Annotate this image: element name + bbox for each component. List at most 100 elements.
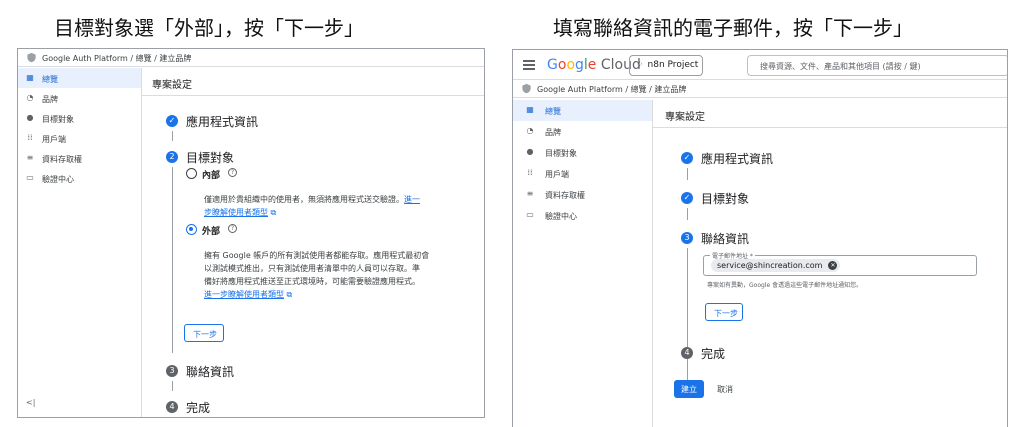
- breadcrumb: Google Auth Platform / 總覽 / 建立品牌: [18, 49, 484, 67]
- sidebar-item-clients[interactable]: ⁞⁞ 用戶端: [18, 128, 141, 148]
- email-chip-text: service@shincreation.com: [717, 261, 823, 270]
- overview-icon: ▦: [526, 105, 534, 114]
- palette-icon: ◔: [526, 126, 534, 135]
- sidebar-item-verification[interactable]: ▭ 驗證中心: [18, 168, 141, 188]
- shield-icon: [522, 83, 531, 94]
- external-description: 擁有 Google 帳戶的所有測試使用者都能存取。應用程式最初會 以測試模式推出…: [204, 251, 430, 299]
- step-connector: [172, 167, 173, 353]
- step-label: 目標對象: [701, 192, 750, 206]
- step-number: 3: [681, 232, 693, 244]
- step-label: 目標對象: [186, 151, 235, 165]
- data-access-icon: ≡: [26, 153, 34, 162]
- create-button[interactable]: 建立: [674, 380, 704, 398]
- collapse-sidebar-button[interactable]: <|: [26, 398, 35, 407]
- verification-icon: ▭: [26, 173, 34, 182]
- external-link-icon: ⧉: [268, 208, 277, 217]
- step-connector: [687, 208, 688, 220]
- next-button[interactable]: 下一步: [184, 324, 224, 342]
- radio-button[interactable]: [186, 168, 197, 179]
- step-number: 3: [166, 365, 178, 377]
- email-chip[interactable]: service@shincreation.com ✕: [711, 259, 841, 272]
- main-panel: 專案設定 ✓ 應用程式資訊 ✓ 目標對象 3 聯絡資訊 電子郵件地址 * ser…: [653, 100, 1007, 427]
- page-title: 專案設定: [142, 68, 484, 96]
- sidebar-item-overview[interactable]: ▦ 總覽: [18, 68, 141, 88]
- sidebar-item-label: 總覽: [42, 75, 58, 84]
- person-icon: ●: [526, 147, 534, 156]
- sidebar-item-label: 資料存取權: [545, 191, 585, 200]
- step-label: 應用程式資訊: [701, 152, 774, 166]
- grid-icon: ⁞⁞: [527, 168, 533, 177]
- radio-label: 內部: [202, 171, 221, 181]
- radio-button[interactable]: [186, 224, 197, 235]
- breadcrumb: Google Auth Platform / 總覽 / 建立品牌: [513, 80, 1007, 98]
- sidebar-item-brand[interactable]: ◔ 品牌: [513, 121, 652, 142]
- sidebar-item-label: 品牌: [42, 95, 58, 104]
- sidebar-item-overview[interactable]: ▦ 總覽: [513, 100, 652, 121]
- learn-more-link[interactable]: 進一步瞭解使用者類型: [204, 290, 284, 299]
- menu-icon[interactable]: [523, 60, 535, 70]
- sidebar: ▦ 總覽 ◔ 品牌 ● 目標對象 ⁞⁞ 用戶端 ≡ 資料存取權 ▭ 驗證中心: [513, 100, 653, 427]
- google-cloud-logo[interactable]: Google Cloud: [547, 57, 641, 73]
- check-icon: ✓: [166, 115, 178, 127]
- right-screenshot: Google Cloud ⁘ n8n Project 搜尋資源、文件、產品和其他項…: [512, 49, 1008, 427]
- sidebar-item-label: 用戶端: [545, 170, 569, 179]
- step-number: 4: [681, 347, 693, 359]
- top-bar: Google Cloud ⁘ n8n Project 搜尋資源、文件、產品和其他項…: [513, 50, 1007, 80]
- sidebar-item-label: 資料存取權: [42, 155, 82, 164]
- sidebar-item-label: 驗證中心: [42, 175, 74, 184]
- sidebar-item-data-access[interactable]: ≡ 資料存取權: [18, 148, 141, 168]
- breadcrumb-text[interactable]: Google Auth Platform / 總覽 / 建立品牌: [42, 54, 191, 63]
- help-icon[interactable]: ?: [228, 224, 237, 233]
- learn-more-link[interactable]: 進一: [404, 195, 420, 204]
- step-connector: [687, 248, 688, 384]
- sidebar-item-label: 驗證中心: [545, 212, 577, 221]
- project-icon: ⁘: [636, 60, 644, 70]
- step-number: 4: [166, 401, 178, 413]
- sidebar-item-label: 總覽: [545, 107, 561, 116]
- step-label: 完成: [186, 401, 211, 415]
- sidebar-item-label: 目標對象: [42, 115, 74, 124]
- next-button[interactable]: 下一步: [705, 303, 743, 321]
- right-caption: 填寫聯絡資訊的電子郵件，按「下一步」: [553, 16, 913, 40]
- shield-icon: [27, 52, 36, 63]
- radio-label: 外部: [202, 227, 221, 237]
- person-icon: ●: [26, 113, 34, 122]
- grid-icon: ⁞⁞: [27, 133, 33, 142]
- search-input[interactable]: 搜尋資源、文件、產品和其他項目 (請按 / 鍵): [747, 55, 1007, 76]
- sidebar-item-label: 用戶端: [42, 135, 66, 144]
- data-access-icon: ≡: [526, 189, 534, 198]
- sidebar: ▦ 總覽 ◔ 品牌 ● 目標對象 ⁞⁞ 用戶端 ≡ 資料存取權 ▭ 驗證中心 <|: [18, 68, 142, 417]
- step-number: 2: [166, 151, 178, 163]
- remove-chip-icon[interactable]: ✕: [828, 261, 838, 270]
- help-icon[interactable]: ?: [228, 168, 237, 177]
- sidebar-item-audience[interactable]: ● 目標對象: [513, 142, 652, 163]
- sidebar-item-data-access[interactable]: ≡ 資料存取權: [513, 184, 652, 205]
- project-picker-button[interactable]: ⁘ n8n Project: [629, 55, 703, 76]
- project-name: n8n Project: [647, 60, 699, 70]
- check-icon: ✓: [681, 192, 693, 204]
- verification-icon: ▭: [526, 210, 534, 219]
- step-connector: [172, 381, 173, 391]
- step-label: 應用程式資訊: [186, 115, 259, 129]
- palette-icon: ◔: [26, 93, 34, 102]
- sidebar-item-label: 目標對象: [545, 149, 577, 158]
- email-field[interactable]: 電子郵件地址 * service@shincreation.com ✕: [703, 251, 977, 276]
- sidebar-item-audience[interactable]: ● 目標對象: [18, 108, 141, 128]
- external-link-icon: ⧉: [284, 290, 293, 299]
- left-caption: 目標對象選「外部」，按「下一步」: [54, 16, 364, 40]
- sidebar-item-clients[interactable]: ⁞⁞ 用戶端: [513, 163, 652, 184]
- internal-description: 僅適用於貴組織中的使用者，無須將應用程式送交驗證。進一 步瞭解使用者類型 ⧉: [204, 195, 420, 217]
- step-label: 完成: [701, 347, 726, 361]
- breadcrumb-text[interactable]: Google Auth Platform / 總覽 / 建立品牌: [537, 85, 686, 94]
- step-connector: [687, 168, 688, 180]
- step-label: 聯絡資訊: [701, 232, 750, 246]
- cancel-button[interactable]: 取消: [717, 384, 733, 395]
- overview-icon: ▦: [26, 73, 34, 82]
- learn-more-link[interactable]: 步瞭解使用者類型: [204, 208, 268, 217]
- sidebar-item-brand[interactable]: ◔ 品牌: [18, 88, 141, 108]
- main-panel: 專案設定 ✓ 應用程式資訊 2 目標對象 內部 ? 僅適用於貴組織中的使用者，無…: [142, 68, 484, 417]
- email-helper-text: 專案如有異動，Google 會透過這些電子郵件地址通知您。: [707, 282, 863, 289]
- sidebar-item-verification[interactable]: ▭ 驗證中心: [513, 205, 652, 226]
- page-title: 專案設定: [653, 100, 1007, 128]
- step-connector: [172, 131, 173, 141]
